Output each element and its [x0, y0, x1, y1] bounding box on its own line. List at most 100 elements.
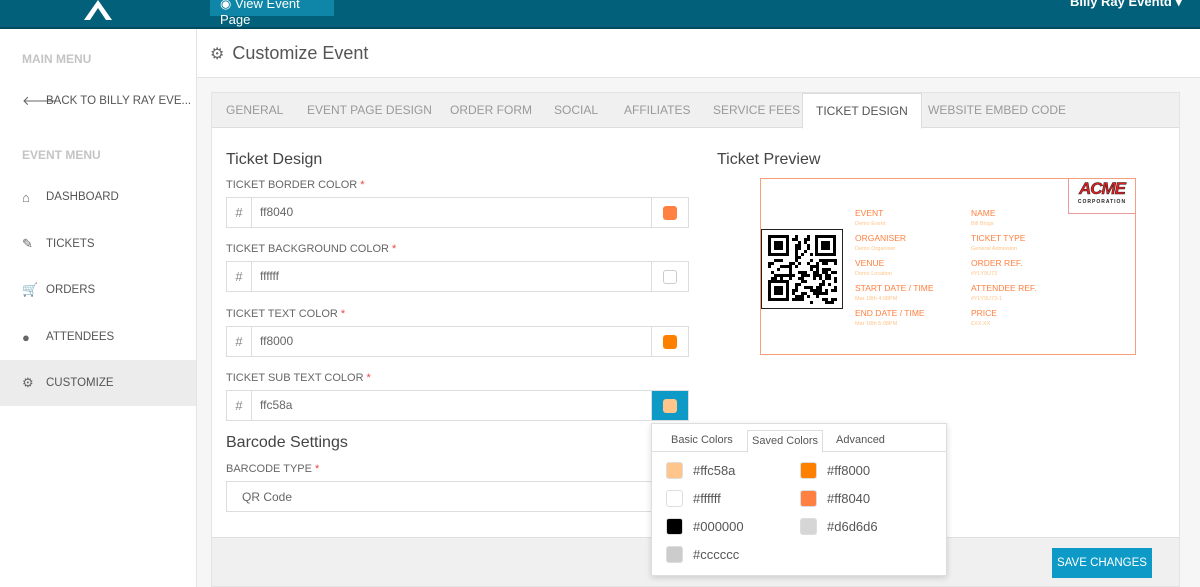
saved-color-item[interactable]: #ffffff [666, 490, 721, 507]
event-menu-heading: EVENT MENU [22, 148, 101, 162]
color-swatch [800, 518, 817, 535]
ticket-field-label: PRICE [971, 308, 997, 318]
sidebar-item-label: DASHBOARD [46, 191, 119, 203]
color-swatch [663, 269, 677, 284]
qr-code [761, 229, 843, 309]
border-color-label: TICKET BORDER COLOR * [226, 179, 365, 191]
ticket-field-value: Mar 18th 4:08PM [855, 296, 898, 302]
background-color-input[interactable]: # ffffff [226, 261, 689, 292]
ticket-field-label: START DATE / TIME [855, 283, 934, 293]
color-picker-button[interactable] [651, 327, 688, 356]
tab-ticket-design[interactable]: TICKET DESIGN [802, 93, 922, 129]
save-changes-button[interactable]: SAVE CHANGES [1052, 548, 1152, 578]
tab-website-embed-code[interactable]: WEBSITE EMBED CODE [928, 93, 1066, 128]
color-hex: #d6d6d6 [827, 519, 878, 534]
color-picker-button[interactable] [651, 198, 688, 227]
sidebar-item-label: TICKETS [46, 238, 95, 250]
ticket-field-value: £XX.XX [971, 321, 991, 327]
tab-advanced[interactable]: Advanced [832, 430, 889, 453]
logo-icon[interactable] [80, 0, 116, 20]
required-mark: * [340, 308, 346, 320]
saved-color-item[interactable]: #cccccc [666, 546, 739, 563]
user-name: Billy Ray Eventd [1069, 0, 1172, 9]
text-color-input[interactable]: # ff8000 [226, 326, 689, 357]
logo-text: ACME [1078, 179, 1127, 199]
color-picker-button[interactable] [651, 262, 688, 291]
color-value[interactable]: ffffff [252, 262, 651, 291]
ticket-field-value: General Admission [971, 246, 1018, 252]
saved-color-item[interactable]: #d6d6d6 [800, 518, 878, 535]
tab-service-fees[interactable]: SERVICE FEES [713, 93, 800, 128]
ticket-field-label: TICKET TYPE [971, 233, 1026, 243]
ticket-field-value: #YLY9U73-1 [971, 296, 1003, 302]
border-color-input[interactable]: # ff8040 [226, 197, 689, 228]
cart-icon: 🛒 [22, 282, 39, 297]
gear-icon: ⚙ [22, 375, 34, 390]
color-value[interactable]: ff8000 [252, 327, 651, 356]
color-hex: #cccccc [693, 547, 740, 562]
color-swatch [800, 490, 817, 507]
user-menu[interactable]: Billy Ray Eventd ▾ [1070, 0, 1182, 10]
color-value[interactable]: ff8040 [252, 198, 651, 227]
required-mark: * [392, 243, 397, 255]
tab-event-page-design[interactable]: EVENT PAGE DESIGN [307, 93, 432, 128]
sidebar-item-label: CUSTOMIZE [46, 377, 114, 389]
sidebar-item-attendees[interactable]: ● ATTENDEES [0, 314, 196, 360]
saved-color-item[interactable]: #ff8000 [800, 462, 870, 479]
page-title: ⚙ Customize Event [210, 43, 368, 64]
tab-order-form[interactable]: ORDER FORM [450, 93, 532, 128]
color-picker-button[interactable] [651, 391, 688, 420]
ticket-field-value: Demo Organiser [855, 246, 896, 252]
label-text: TICKET SUB TEXT COLOR [226, 372, 364, 384]
sidebar-item-tickets[interactable]: ✎ TICKETS [0, 221, 196, 267]
color-swatch [666, 462, 683, 479]
ticket-field-label: ORDER REF. [971, 258, 1023, 268]
required-mark: * [315, 463, 320, 475]
color-hex: #ff8040 [827, 491, 871, 506]
color-picker-popup: Basic Colors Saved Colors Advanced #ffc5… [651, 423, 947, 576]
saved-color-item[interactable]: #ff8040 [800, 490, 870, 507]
tab-general[interactable]: GENERAL [226, 93, 283, 128]
ticket-design-heading: Ticket Design [226, 151, 323, 168]
sidebar: MAIN MENU 🡐 BACK TO BILLY RAY EVE... EVEN… [0, 29, 197, 587]
ticket-field-value: Demo Location [855, 271, 892, 277]
sub-text-color-input[interactable]: # ffc58a [226, 390, 689, 421]
ticket-icon: ✎ [22, 236, 33, 251]
color-hex: #ffc58a [693, 463, 736, 478]
page-header: ⚙ Customize Event [197, 29, 1200, 78]
saved-color-item[interactable]: #ffc58a [666, 462, 735, 479]
text-color-label: TICKET TEXT COLOR * [226, 308, 345, 320]
arrow-left-icon: 🡐 [22, 93, 57, 108]
hash-addon: # [227, 391, 252, 420]
tab-basic-colors[interactable]: Basic Colors [667, 430, 737, 453]
color-swatch [663, 334, 677, 349]
label-text: TICKET BORDER COLOR [226, 179, 358, 191]
ticket-preview-heading: Ticket Preview [717, 151, 821, 168]
ticket-field-label: END DATE / TIME [855, 308, 925, 318]
required-mark: * [360, 179, 365, 191]
tab-saved-colors[interactable]: Saved Colors [747, 430, 824, 453]
color-value[interactable]: ffc58a [252, 391, 651, 420]
barcode-type-select[interactable]: QR Code [226, 481, 689, 512]
logo-sub: CORPORATION [1077, 199, 1127, 205]
view-event-page-button[interactable]: ◉ View Event Page [210, 0, 334, 27]
tab-social[interactable]: SOCIAL [554, 93, 598, 128]
hash-addon: # [227, 327, 252, 356]
color-hex: #ff8000 [827, 463, 871, 478]
sidebar-item-dashboard[interactable]: ⌂ DASHBOARD [0, 174, 196, 220]
label-text: TICKET BACKGROUND COLOR [226, 243, 389, 255]
required-mark: * [366, 372, 371, 384]
caret-down-icon: ▾ [1175, 0, 1182, 9]
sidebar-item-orders[interactable]: 🛒 ORDERS [0, 267, 196, 313]
sidebar-item-customize[interactable]: ⚙ CUSTOMIZE [0, 360, 196, 406]
tab-affiliates[interactable]: AFFILIATES [624, 93, 690, 128]
home-icon: ⌂ [22, 189, 30, 205]
ticket-field-value: #YLY9U73 [971, 271, 998, 277]
back-link[interactable]: 🡐 BACK TO BILLY RAY EVE... [0, 78, 196, 124]
ticket-field-value: Demo Event [855, 221, 886, 227]
saved-color-item[interactable]: #000000 [666, 518, 744, 535]
hash-addon: # [227, 262, 252, 291]
color-swatch [800, 462, 817, 479]
sidebar-item-label: ATTENDEES [46, 331, 115, 343]
tab-bar: GENERAL EVENT PAGE DESIGN ORDER FORM SOC… [212, 93, 1179, 129]
